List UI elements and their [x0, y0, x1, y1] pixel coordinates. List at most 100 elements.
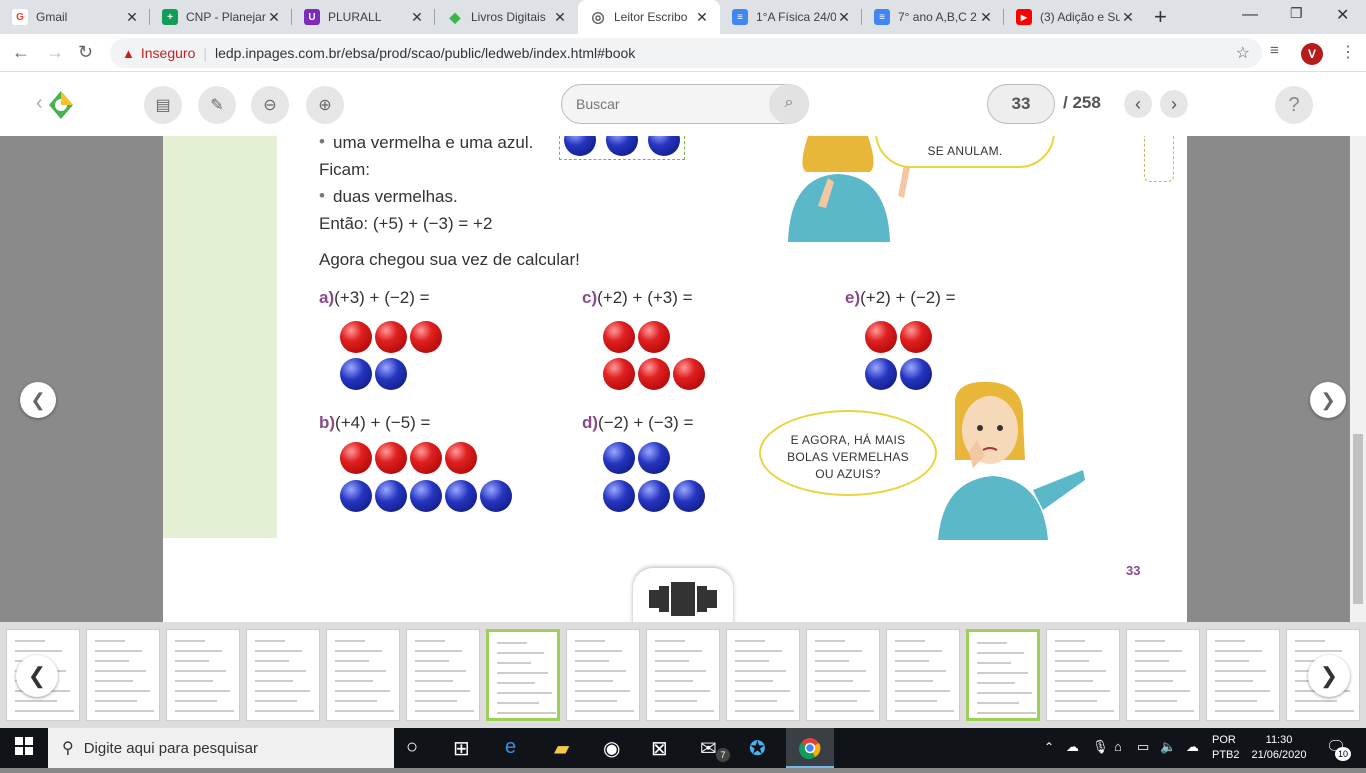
microphone-icon[interactable]: 🎙: [1092, 739, 1109, 755]
cortana-icon[interactable]: ○: [406, 736, 418, 759]
taskbar-search[interactable]: ⚲ Digite aqui para pesquisar: [48, 728, 394, 768]
windows-start-icon[interactable]: [15, 737, 33, 761]
star-icon[interactable]: ☆: [1236, 43, 1250, 63]
bookmark-ribbon[interactable]: [1144, 136, 1174, 182]
task-view-icon[interactable]: ⊞: [453, 736, 470, 761]
close-icon[interactable]: ✕: [836, 9, 852, 26]
prev-page-icon[interactable]: ‹: [1124, 90, 1152, 118]
menu-dots-icon[interactable]: ⋮: [1340, 42, 1356, 62]
tab-gmail[interactable]: G Gmail ✕: [0, 0, 150, 34]
book-index-button[interactable]: ▤: [144, 86, 182, 124]
onedrive-icon[interactable]: ☁: [1186, 739, 1199, 755]
language-indicator[interactable]: POR PTB2: [1212, 733, 1240, 763]
tab-leitor-escribo[interactable]: ◎ Leitor Escribo ✕: [578, 0, 720, 34]
volume-icon[interactable]: 🔈: [1160, 739, 1176, 755]
close-icon[interactable]: ✕: [124, 9, 140, 26]
maximize-button[interactable]: ❐: [1290, 5, 1303, 22]
back-arrow-icon[interactable]: ←: [12, 42, 30, 63]
compass-icon[interactable]: ✪: [749, 736, 766, 761]
thumbnail[interactable]: [1126, 629, 1200, 721]
thumbs-prev-button[interactable]: ❮: [16, 655, 58, 697]
close-icon[interactable]: ✕: [1120, 9, 1136, 26]
thumbs-next-button[interactable]: ❯: [1308, 655, 1350, 697]
tab-cnp[interactable]: + CNP - Planejar ✕: [150, 0, 292, 34]
tab-livros-digitais[interactable]: ◆ Livros Digitais ✕: [435, 0, 578, 34]
battery-icon[interactable]: ▭: [1137, 739, 1149, 755]
sheets-icon: +: [162, 9, 178, 25]
red-ball: [445, 442, 477, 474]
store-icon[interactable]: ⊠: [651, 736, 668, 761]
zoom-in-icon: ⊕: [318, 97, 332, 114]
tab-youtube[interactable]: ▶ (3) Adição e Su ✕: [1004, 0, 1146, 34]
next-page-arrow[interactable]: ❯: [1310, 382, 1346, 418]
thumbnail[interactable]: [86, 629, 160, 721]
chrome-taskbar-button[interactable]: [786, 728, 834, 768]
new-tab-button[interactable]: +: [1154, 4, 1167, 30]
thumbnail[interactable]: [1206, 629, 1280, 721]
red-ball: [340, 442, 372, 474]
chevron-up-icon[interactable]: ⌃: [1044, 740, 1054, 754]
book-search: ⌕: [561, 84, 809, 124]
tab-plurall[interactable]: U PLURALL ✕: [292, 0, 435, 34]
browser-tab-bar: G Gmail ✕ + CNP - Planejar ✕ U PLURALL ✕ ◆ Livr…: [0, 0, 1366, 34]
reload-icon[interactable]: ↻: [78, 42, 93, 63]
blue-ball: [340, 358, 372, 390]
thumbnail[interactable]: [966, 629, 1040, 721]
text-line: uma vermelha e uma azul.: [333, 136, 534, 152]
insecure-label: Inseguro: [140, 45, 196, 61]
forward-arrow-icon[interactable]: →: [46, 42, 64, 63]
thumbnail[interactable]: [886, 629, 960, 721]
close-icon[interactable]: ✕: [978, 9, 994, 26]
network-icon[interactable]: ⌂: [1114, 739, 1122, 754]
tab-fisica[interactable]: ≡ 1°A Física 24/0 ✕: [720, 0, 862, 34]
zoom-in-button[interactable]: ⊕: [306, 86, 344, 124]
close-icon[interactable]: ✕: [694, 9, 710, 26]
close-window-button[interactable]: ✕: [1336, 5, 1349, 25]
media-queue-icon[interactable]: ≡: [1270, 42, 1279, 59]
clock[interactable]: 11:30 21/06/2020: [1248, 733, 1310, 763]
close-icon[interactable]: ✕: [552, 9, 568, 26]
thumbnail-strip: ❮ ❯: [0, 622, 1366, 728]
blue-ball: [865, 358, 897, 390]
collapse-chevron-icon[interactable]: ‹: [36, 92, 43, 115]
blue-ball: [340, 480, 372, 512]
thumbnail[interactable]: [726, 629, 800, 721]
thumbnail[interactable]: [326, 629, 400, 721]
thumbnail[interactable]: [646, 629, 720, 721]
thumbnail[interactable]: [166, 629, 240, 721]
chevron-left-icon: ❮: [30, 389, 46, 410]
thumbnail[interactable]: [1046, 629, 1120, 721]
exercise-c: c)(+2) + (+3) =: [582, 288, 693, 307]
search-input[interactable]: [576, 94, 766, 114]
vertical-scrollbar[interactable]: [1350, 136, 1366, 622]
weather-icon[interactable]: ☁: [1066, 739, 1079, 755]
url-omnibox[interactable]: ▲ Inseguro | ledp.inpages.com.br/ebsa/pr…: [110, 38, 1262, 68]
thumbnail[interactable]: [806, 629, 880, 721]
thumbnail[interactable]: [406, 629, 480, 721]
zoom-out-button[interactable]: ⊖: [251, 86, 289, 124]
tab-7-ano[interactable]: ≡ 7° ano A,B,C 2 ✕: [862, 0, 1004, 34]
close-icon[interactable]: ✕: [266, 9, 282, 26]
thumbnail[interactable]: [246, 629, 320, 721]
minimize-button[interactable]: —: [1242, 6, 1258, 24]
thumbnail[interactable]: [486, 629, 560, 721]
obs-icon[interactable]: ◉: [603, 736, 620, 761]
file-explorer-icon[interactable]: ▰: [554, 736, 569, 761]
mail-badge: 7: [716, 748, 730, 762]
book-icon: ▤: [155, 97, 171, 114]
help-button[interactable]: ?: [1275, 86, 1313, 124]
edge-icon[interactable]: e: [505, 736, 516, 759]
scrollbar-thumb[interactable]: [1353, 434, 1363, 604]
close-icon[interactable]: ✕: [409, 9, 425, 26]
search-icon[interactable]: ⌕: [769, 84, 809, 124]
thumbnail[interactable]: [566, 629, 640, 721]
thinking-girl-illustration: [933, 380, 1088, 540]
thumbnails-toggle[interactable]: [633, 568, 733, 622]
tools-button[interactable]: ✎: [198, 86, 236, 124]
next-page-icon[interactable]: ›: [1160, 90, 1188, 118]
prev-page-arrow[interactable]: ❮: [20, 382, 56, 418]
mail-icon[interactable]: ✉: [700, 736, 717, 761]
profile-avatar[interactable]: V: [1301, 43, 1323, 65]
page-number-input[interactable]: 33: [987, 84, 1055, 124]
text-line: Ficam:: [319, 160, 370, 179]
